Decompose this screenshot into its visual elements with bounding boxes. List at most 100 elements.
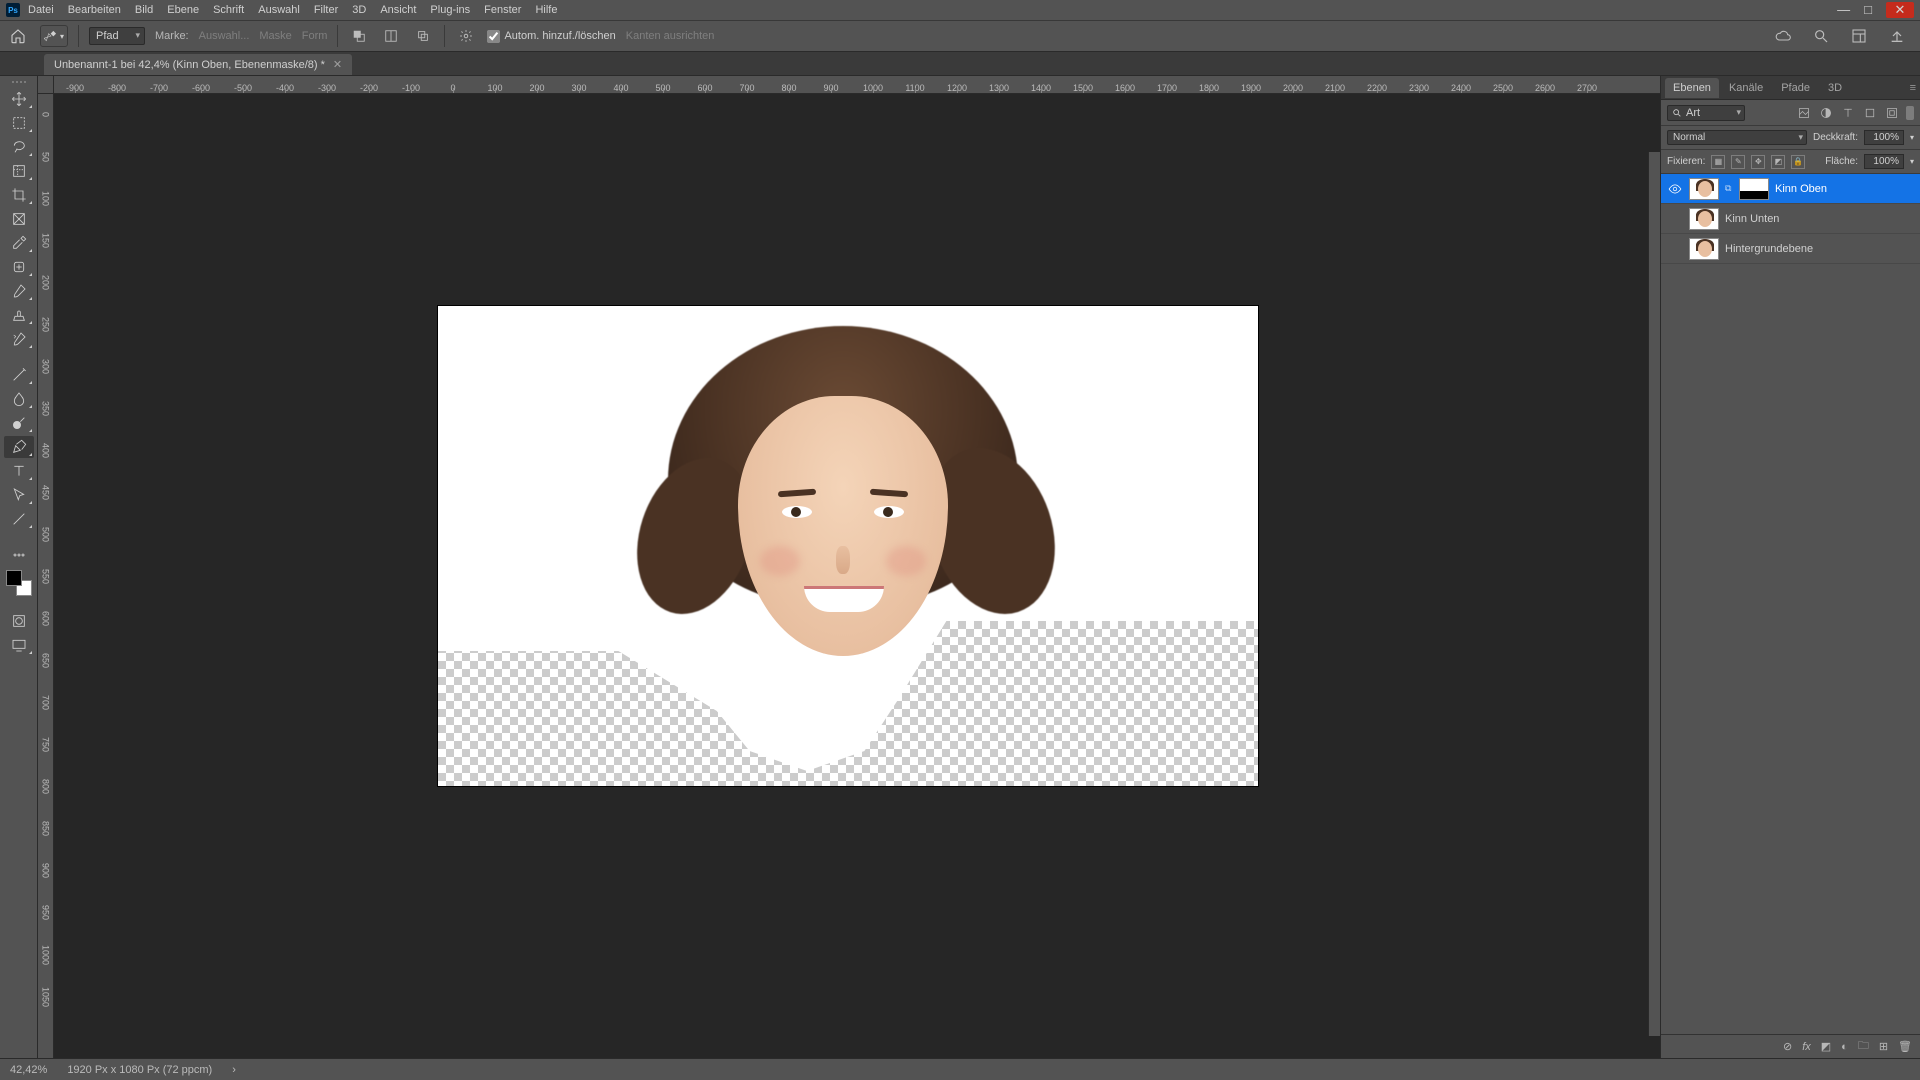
- toolbox-grip[interactable]: [12, 78, 26, 86]
- clone-stamp-tool[interactable]: [4, 304, 34, 326]
- auto-add-delete-checkbox[interactable]: Autom. hinzuf./löschen: [487, 30, 615, 43]
- filter-shape-icon[interactable]: [1862, 105, 1878, 121]
- foreground-color-swatch[interactable]: [6, 570, 22, 586]
- layer-thumbnail[interactable]: [1689, 208, 1719, 230]
- minimize-button[interactable]: —: [1837, 2, 1850, 18]
- ruler-origin[interactable]: [38, 76, 54, 94]
- layer-visibility-icon[interactable]: [1667, 211, 1683, 227]
- layer-name[interactable]: Hintergrundebene: [1725, 243, 1914, 255]
- vertical-ruler[interactable]: 0501001502002503003504004505005506006507…: [38, 94, 54, 1058]
- lock-pixels-icon[interactable]: ✎: [1731, 155, 1745, 169]
- opacity-chevron-icon[interactable]: ▾: [1910, 133, 1914, 142]
- lock-artboard-icon[interactable]: ◩: [1771, 155, 1785, 169]
- layer-filter-type[interactable]: Art: [1667, 105, 1745, 121]
- path-alignment-icon[interactable]: [380, 25, 402, 47]
- tab-pfade[interactable]: Pfade: [1773, 78, 1818, 98]
- move-tool[interactable]: [4, 88, 34, 110]
- maximize-button[interactable]: □: [1864, 2, 1872, 18]
- tool-mode-dropdown[interactable]: Pfad: [89, 27, 145, 45]
- search-icon[interactable]: [1810, 25, 1832, 47]
- rectangular-marquee-tool[interactable]: [4, 112, 34, 134]
- auswahl-button[interactable]: Auswahl...: [199, 30, 250, 42]
- tab-kanaele[interactable]: Kanäle: [1721, 78, 1771, 98]
- magic-wand-tool[interactable]: [4, 160, 34, 182]
- layer-mask-icon[interactable]: ◩: [1821, 1040, 1831, 1053]
- menu-bild[interactable]: Bild: [135, 4, 153, 16]
- document-info[interactable]: 1920 Px x 1080 Px (72 ppcm): [67, 1064, 212, 1076]
- canvas-area[interactable]: -900-800-700-600-500-400-300-200-1000100…: [38, 76, 1660, 1058]
- layer-row[interactable]: ⧉ Kinn Oben: [1661, 174, 1920, 204]
- collapsed-panel-dock[interactable]: [1648, 152, 1660, 1036]
- lock-position-icon[interactable]: ✥: [1751, 155, 1765, 169]
- cloud-docs-icon[interactable]: [1772, 25, 1794, 47]
- layer-name[interactable]: Kinn Unten: [1725, 213, 1914, 225]
- new-layer-icon[interactable]: ⊞: [1879, 1040, 1888, 1053]
- layer-row[interactable]: Hintergrundebene: [1661, 234, 1920, 264]
- lasso-tool[interactable]: [4, 136, 34, 158]
- adjustment-layer-icon[interactable]: ◐: [1841, 1041, 1848, 1053]
- fill-chevron-icon[interactable]: ▾: [1910, 157, 1914, 166]
- color-swatches[interactable]: [6, 570, 32, 596]
- lock-all-icon[interactable]: 🔒: [1791, 155, 1805, 169]
- workspace-icon[interactable]: [1848, 25, 1870, 47]
- layer-mask-thumbnail[interactable]: [1739, 178, 1769, 200]
- menu-filter[interactable]: Filter: [314, 4, 338, 16]
- frame-tool[interactable]: [4, 208, 34, 230]
- filter-pixel-icon[interactable]: [1796, 105, 1812, 121]
- menu-ansicht[interactable]: Ansicht: [380, 4, 416, 16]
- menu-ebene[interactable]: Ebene: [167, 4, 199, 16]
- quick-mask-icon[interactable]: [4, 610, 34, 632]
- tab-ebenen[interactable]: Ebenen: [1665, 78, 1719, 98]
- path-operations-icon[interactable]: [348, 25, 370, 47]
- crop-tool[interactable]: [4, 184, 34, 206]
- status-chevron-icon[interactable]: ›: [232, 1064, 236, 1076]
- horizontal-ruler[interactable]: -900-800-700-600-500-400-300-200-1000100…: [54, 76, 1660, 94]
- zoom-level[interactable]: 42,42%: [10, 1064, 47, 1076]
- brush-tool[interactable]: [4, 280, 34, 302]
- filter-smartobject-icon[interactable]: [1884, 105, 1900, 121]
- menu-bearbeiten[interactable]: Bearbeiten: [68, 4, 121, 16]
- filter-toggle-icon[interactable]: [1906, 106, 1914, 120]
- blur-tool[interactable]: [4, 388, 34, 410]
- filter-type-icon[interactable]: [1840, 105, 1856, 121]
- layer-group-icon[interactable]: 🗀: [1858, 1037, 1869, 1056]
- edit-toolbar-icon[interactable]: [4, 544, 34, 566]
- screen-mode-icon[interactable]: [4, 634, 34, 656]
- close-tab-icon[interactable]: ✕: [333, 58, 342, 71]
- line-tool[interactable]: [4, 508, 34, 530]
- pen-tool[interactable]: [4, 436, 34, 458]
- path-selection-tool[interactable]: [4, 484, 34, 506]
- close-button[interactable]: ✕: [1886, 2, 1914, 18]
- layer-row[interactable]: Kinn Unten: [1661, 204, 1920, 234]
- form-button[interactable]: Form: [302, 30, 328, 42]
- delete-layer-icon[interactable]: 🗑: [1898, 1040, 1912, 1053]
- menu-fenster[interactable]: Fenster: [484, 4, 521, 16]
- layer-style-icon[interactable]: fx: [1802, 1041, 1811, 1053]
- history-brush-tool[interactable]: [4, 328, 34, 350]
- layer-thumbnail[interactable]: [1689, 238, 1719, 260]
- menu-3d[interactable]: 3D: [352, 4, 366, 16]
- layer-thumbnail[interactable]: [1689, 178, 1719, 200]
- maske-button[interactable]: Maske: [259, 30, 291, 42]
- mask-link-icon[interactable]: ⧉: [1725, 183, 1733, 194]
- layer-name[interactable]: Kinn Oben: [1775, 183, 1914, 195]
- healing-brush-tool[interactable]: [4, 256, 34, 278]
- dodge-tool[interactable]: [4, 412, 34, 434]
- link-layers-icon[interactable]: ⊘: [1783, 1040, 1792, 1053]
- blend-mode-dropdown[interactable]: Normal: [1667, 130, 1807, 145]
- document-tab[interactable]: Unbenannt-1 bei 42,4% (Kinn Oben, Ebenen…: [44, 54, 352, 75]
- gradient-tool[interactable]: [4, 364, 34, 386]
- eyedropper-tool[interactable]: [4, 232, 34, 254]
- fill-value[interactable]: 100%: [1864, 154, 1904, 169]
- menu-auswahl[interactable]: Auswahl: [258, 4, 300, 16]
- path-arrangement-icon[interactable]: [412, 25, 434, 47]
- menu-datei[interactable]: Datei: [28, 4, 54, 16]
- menu-hilfe[interactable]: Hilfe: [535, 4, 557, 16]
- menu-plugins[interactable]: Plug-ins: [430, 4, 470, 16]
- canvas-document[interactable]: [438, 306, 1258, 786]
- menu-schrift[interactable]: Schrift: [213, 4, 244, 16]
- layer-visibility-icon[interactable]: [1667, 181, 1683, 197]
- opacity-value[interactable]: 100%: [1864, 130, 1904, 145]
- tool-preset-picker[interactable]: ▾: [40, 25, 68, 47]
- tab-3d[interactable]: 3D: [1820, 78, 1850, 98]
